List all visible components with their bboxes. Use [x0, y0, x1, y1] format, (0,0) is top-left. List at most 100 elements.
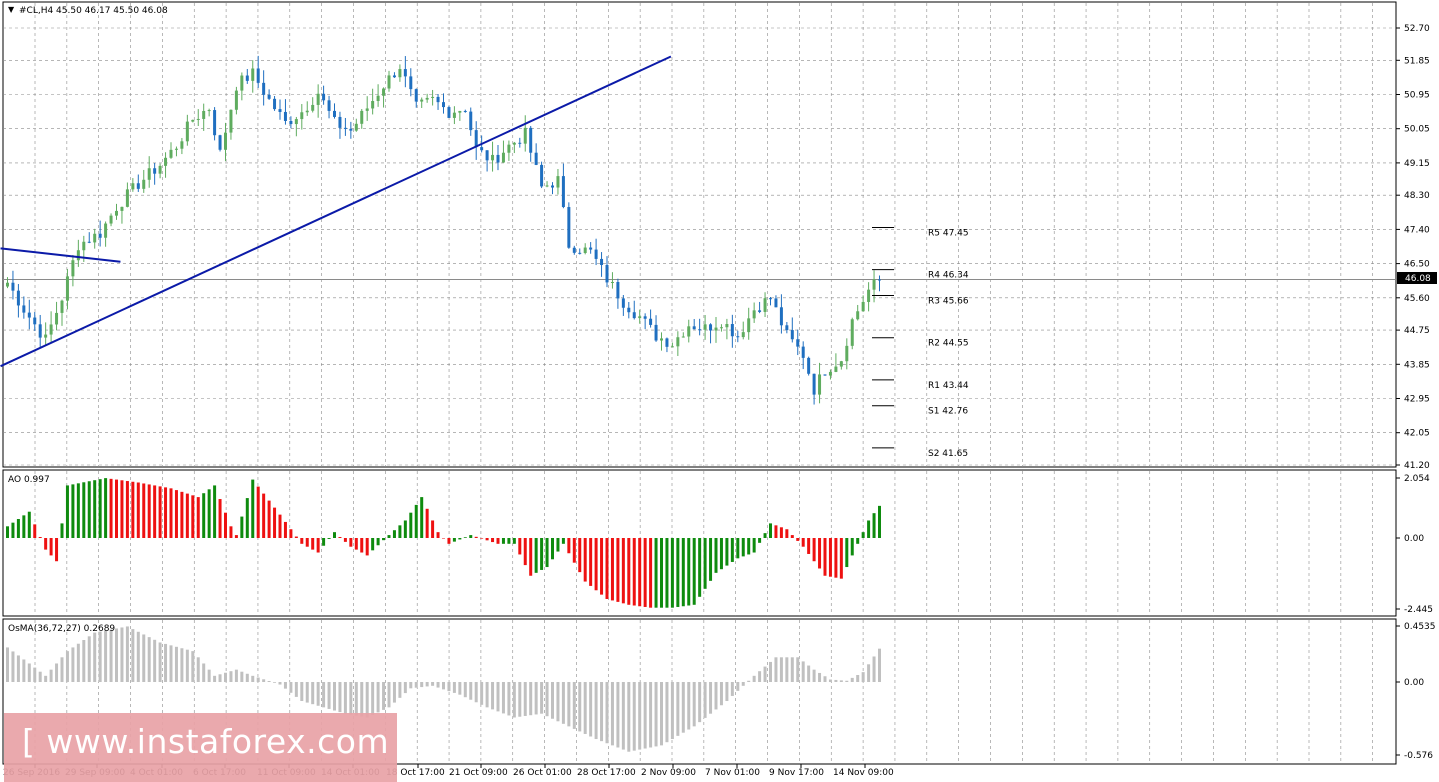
- indicator-axis-labels: 2.054 0.00 -2.445 0.4535 0.00 -0.576: [1396, 474, 1436, 761]
- candle-body: [185, 121, 189, 142]
- candle-body: [251, 68, 255, 81]
- ao-bar: [300, 538, 304, 544]
- osma-bar: [469, 682, 473, 700]
- ao-bar: [240, 516, 244, 538]
- candle-body: [196, 118, 200, 120]
- osma-bar: [845, 680, 849, 682]
- osma-bar: [676, 682, 680, 736]
- osma-bar: [692, 682, 696, 727]
- ao-bar: [11, 522, 15, 538]
- ao-bar: [322, 538, 326, 546]
- candle-body: [224, 132, 227, 150]
- osma-bar: [730, 682, 734, 696]
- trading-terminal-chart[interactable]: 52.70 51.85 50.95 50.05 49.15 48.30 47.40 46.50…: [0, 0, 1439, 782]
- ao-bar: [44, 538, 48, 550]
- candle-body: [125, 189, 129, 207]
- candle-body: [801, 346, 805, 358]
- osma-bar: [616, 682, 620, 748]
- osma-bar: [392, 682, 396, 703]
- ao-bar: [104, 478, 108, 538]
- osma-bar: [463, 682, 467, 698]
- candle-body: [76, 250, 80, 261]
- ao-bar: [65, 485, 69, 538]
- candle-body: [485, 150, 489, 161]
- candle-body: [654, 324, 658, 341]
- candle-body: [589, 247, 593, 250]
- price-pane[interactable]: [2, 1, 1397, 468]
- candle-body: [616, 282, 620, 299]
- ao-bar: [698, 538, 702, 597]
- osma-bar: [480, 682, 484, 705]
- ao-bar: [213, 485, 217, 538]
- ao-bar: [349, 538, 353, 547]
- osma-bar: [545, 682, 549, 717]
- osma-bar: [409, 682, 413, 689]
- osma-bar: [681, 682, 685, 733]
- osma-bar: [796, 657, 800, 682]
- osma-bar: [709, 682, 713, 714]
- ao-bar: [147, 484, 151, 538]
- osma-bar: [747, 680, 751, 682]
- ao-bar: [616, 538, 620, 602]
- ao-bar: [76, 483, 80, 538]
- candle-body: [878, 279, 881, 281]
- ao-bar: [878, 505, 881, 538]
- candle-body: [610, 282, 614, 284]
- candle-body: [741, 332, 745, 338]
- ao-bar: [376, 538, 380, 546]
- ao-bar: [196, 497, 200, 538]
- osma-bar: [60, 657, 64, 682]
- osma-bar: [807, 665, 811, 682]
- candle-body: [807, 357, 811, 374]
- ao-bar: [49, 538, 53, 556]
- osma-bar: [289, 682, 293, 693]
- osma-bar: [518, 682, 522, 717]
- ao-bar: [649, 538, 653, 608]
- osma-bar: [38, 671, 42, 682]
- ao-bar: [769, 523, 772, 538]
- candle-body: [627, 307, 631, 313]
- ao-bar: [627, 538, 631, 605]
- candle-body: [360, 110, 364, 124]
- candle-body: [567, 207, 571, 248]
- osma-bar: [741, 682, 745, 686]
- price-tick-label: 43.85: [1404, 360, 1430, 370]
- candle-body: [474, 130, 478, 148]
- ao-bar: [131, 481, 135, 538]
- osma-bar: [44, 675, 48, 682]
- ao-bar: [22, 515, 26, 538]
- candle-body: [327, 100, 331, 111]
- osma-bar: [278, 682, 282, 685]
- pivot-label: R3 45.66: [928, 297, 969, 307]
- osma-bar: [452, 682, 456, 693]
- ao-bar: [632, 538, 636, 606]
- candle-body: [82, 241, 86, 251]
- osma-bar: [769, 661, 772, 682]
- osma-bar: [529, 682, 533, 716]
- candle-body: [273, 98, 277, 110]
- osma-bar: [76, 643, 80, 682]
- ao-bar: [153, 485, 157, 538]
- ao-bar: [180, 491, 184, 538]
- candle-body: [392, 75, 396, 78]
- candle-body: [561, 176, 565, 208]
- chart-menu-icon[interactable]: ▼: [8, 5, 15, 14]
- osma-bar: [327, 682, 331, 709]
- pivot-label: R2 44.55: [928, 339, 969, 349]
- candle-body: [501, 152, 505, 163]
- ao-bar: [93, 480, 97, 538]
- ao-bar: [55, 538, 59, 562]
- osma-bar: [120, 627, 124, 682]
- osma-bar: [213, 675, 217, 682]
- ao-bar: [398, 525, 402, 538]
- osma-bar: [627, 682, 631, 752]
- symbol-header: #CL,H4 45.50 46.17 45.50 46.08: [19, 6, 168, 16]
- osma-bar: [240, 671, 244, 682]
- ao-bar: [774, 525, 778, 538]
- ao-bar: [409, 512, 413, 538]
- osma-bar: [583, 682, 587, 734]
- candle-body: [311, 104, 315, 111]
- candle-body: [202, 110, 206, 119]
- ao-bar: [485, 538, 489, 541]
- ao-bar: [458, 538, 462, 540]
